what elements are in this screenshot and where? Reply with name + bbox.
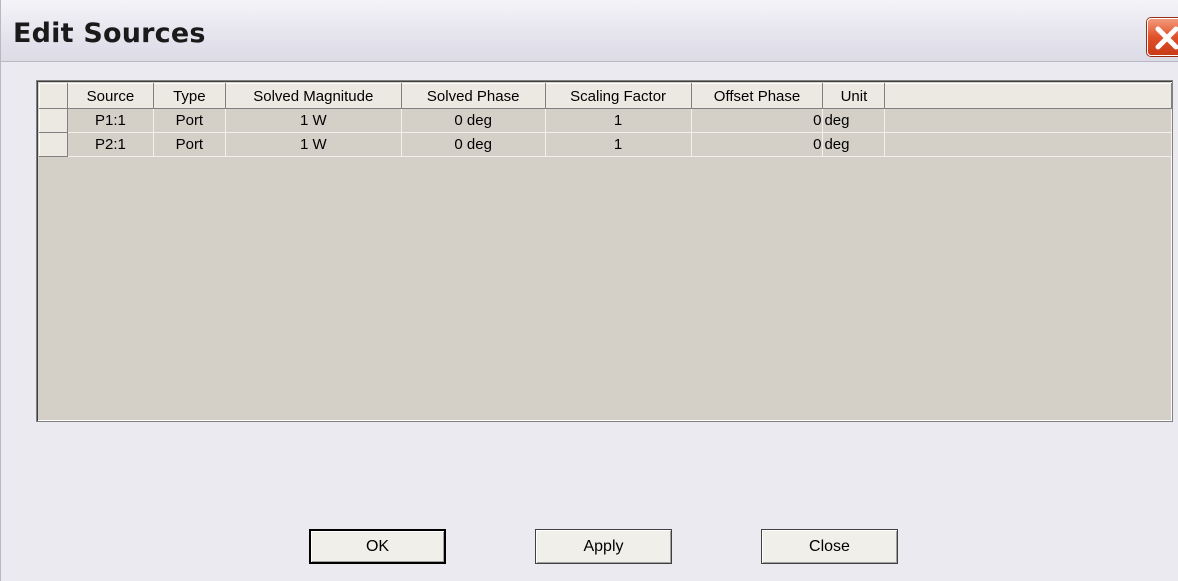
- window-close-button[interactable]: [1147, 18, 1178, 56]
- grid-corner-cell[interactable]: [39, 83, 68, 109]
- cell-source[interactable]: P2:1: [67, 132, 154, 157]
- cell-solved-magnitude[interactable]: 1 W: [225, 108, 402, 133]
- cell-solved-phase[interactable]: 0 deg: [401, 108, 546, 133]
- cell-source[interactable]: P1:1: [67, 108, 154, 133]
- cell-filler: [884, 132, 1172, 157]
- cell-type[interactable]: Port: [153, 132, 226, 157]
- column-header-scaling-factor[interactable]: Scaling Factor: [544, 83, 692, 109]
- ok-button[interactable]: OK: [309, 529, 446, 564]
- column-header-offset-phase[interactable]: Offset Phase: [690, 83, 824, 109]
- apply-button[interactable]: Apply: [535, 529, 672, 564]
- sources-grid[interactable]: Source Type Solved Magnitude Solved Phas…: [36, 80, 1173, 422]
- table-row[interactable]: P1:1 Port 1 W 0 deg 1 0 deg: [39, 108, 1172, 133]
- cell-offset-phase[interactable]: 0: [691, 132, 824, 157]
- column-header-filler: [884, 83, 1172, 109]
- cell-offset-phase[interactable]: 0: [691, 108, 824, 133]
- cell-solved-magnitude[interactable]: 1 W: [225, 132, 402, 157]
- column-header-unit[interactable]: Unit: [822, 83, 886, 109]
- cell-solved-phase[interactable]: 0 deg: [401, 132, 546, 157]
- title-bar[interactable]: Edit Sources: [1, 0, 1178, 62]
- cell-filler: [884, 108, 1172, 133]
- column-header-type[interactable]: Type: [152, 83, 226, 109]
- close-button[interactable]: Close: [761, 529, 898, 564]
- row-header-2[interactable]: [39, 132, 68, 157]
- table-row[interactable]: P2:1 Port 1 W 0 deg 1 0 deg: [39, 132, 1172, 157]
- grid-header-row: Source Type Solved Magnitude Solved Phas…: [39, 83, 1172, 109]
- column-header-solved-magnitude[interactable]: Solved Magnitude: [224, 83, 402, 109]
- cell-scaling-factor[interactable]: 1: [545, 132, 692, 157]
- edit-sources-window: Edit Sources Source Type Solved Magnitud…: [0, 0, 1178, 581]
- cell-unit[interactable]: deg: [822, 132, 886, 157]
- window-title: Edit Sources: [13, 18, 206, 49]
- cell-scaling-factor[interactable]: 1: [545, 108, 692, 133]
- row-header-1[interactable]: [39, 108, 68, 133]
- cell-unit[interactable]: deg: [822, 108, 886, 133]
- sources-table: Source Type Solved Magnitude Solved Phas…: [39, 83, 1172, 157]
- column-header-solved-phase[interactable]: Solved Phase: [400, 83, 546, 109]
- column-header-source[interactable]: Source: [66, 83, 154, 109]
- cell-type[interactable]: Port: [153, 108, 226, 133]
